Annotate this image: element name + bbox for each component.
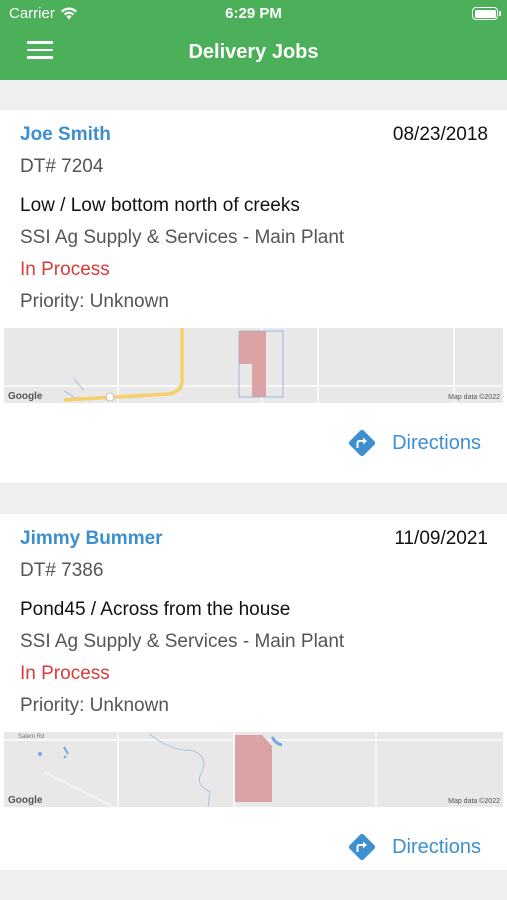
google-logo: Google (8, 391, 43, 402)
status-time: 6:29 PM (225, 5, 282, 22)
directions-label: Directions (392, 431, 481, 454)
map-thumbnail[interactable]: Salem Rd Google Map data ©2022 (4, 732, 503, 807)
map-thumbnail[interactable]: Google Map data ©2022 (4, 328, 503, 403)
app-header: Carrier 6:29 PM Delivery Jobs (0, 0, 507, 80)
job-number: DT# 7386 (20, 560, 104, 581)
job-number: DT# 7204 (20, 156, 104, 177)
job-date: 08/23/2018 (392, 124, 488, 145)
map-graphic (4, 328, 503, 403)
page-title: Delivery Jobs (188, 41, 319, 63)
job-status: In Process (20, 259, 110, 280)
battery-icon (472, 7, 501, 20)
map-attribution: Map data ©2022 (448, 394, 500, 401)
job-card[interactable]: Joe Smith 08/23/2018 DT# 7204 Low / Low … (0, 110, 507, 483)
job-supplier: SSI Ag Supply & Services - Main Plant (20, 227, 345, 248)
directions-icon (348, 429, 376, 457)
job-status: In Process (20, 663, 110, 684)
job-priority: Priority: Unknown (20, 695, 169, 716)
directions-icon (348, 833, 376, 861)
job-priority: Priority: Unknown (20, 291, 169, 312)
map-graphic: Salem Rd (4, 732, 503, 807)
customer-name[interactable]: Joe Smith (20, 124, 111, 146)
status-bar: Carrier 6:29 PM (0, 0, 507, 28)
job-location: Pond45 / Across from the house (20, 599, 291, 620)
map-attribution: Map data ©2022 (448, 798, 500, 805)
job-supplier: SSI Ag Supply & Services - Main Plant (20, 631, 345, 652)
google-logo: Google (8, 795, 43, 806)
directions-button[interactable]: Directions (347, 832, 481, 862)
job-date: 11/09/2021 (394, 528, 488, 549)
directions-label: Directions (392, 835, 481, 858)
job-location: Low / Low bottom north of creeks (20, 195, 300, 216)
directions-button[interactable]: Directions (347, 428, 481, 458)
customer-name[interactable]: Jimmy Bummer (20, 528, 163, 550)
job-card[interactable]: Jimmy Bummer 11/09/2021 DT# 7386 Pond45 … (0, 514, 507, 870)
road-label: Salem Rd (18, 734, 44, 740)
